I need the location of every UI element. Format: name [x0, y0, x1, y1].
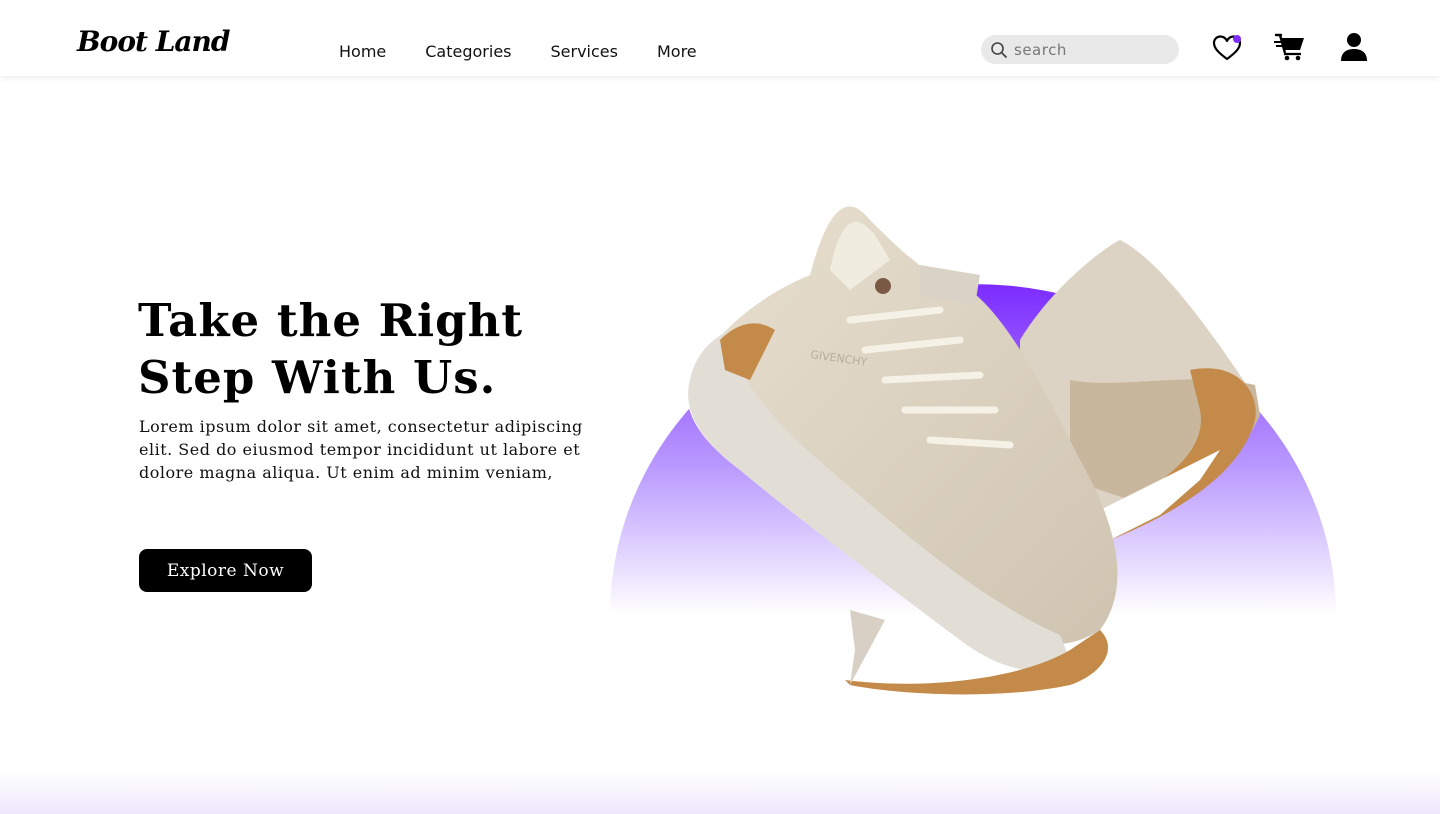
cart-icon[interactable]	[1274, 33, 1306, 61]
nav-link-home[interactable]: Home	[339, 42, 386, 61]
nav-link-categories[interactable]: Categories	[425, 42, 511, 61]
search-input[interactable]	[1014, 40, 1164, 59]
main-nav: Home Categories Services More	[339, 42, 736, 61]
explore-now-button[interactable]: Explore Now	[139, 549, 312, 592]
wishlist-notification-dot	[1233, 35, 1241, 43]
section-divider-gradient	[0, 770, 1440, 814]
search-icon	[991, 41, 1007, 58]
hero-title: Take the Right Step With Us.	[138, 292, 618, 406]
hero-title-line-2: Step With Us.	[138, 351, 497, 404]
top-navbar: Boot Land Home Categories Services More	[0, 0, 1440, 76]
nav-link-services[interactable]: Services	[551, 42, 618, 61]
nav-link-more[interactable]: More	[657, 42, 697, 61]
search-bar[interactable]	[981, 35, 1179, 64]
brand-logo[interactable]: Boot Land	[77, 25, 230, 58]
hero-product-image: GIVENCHY	[610, 206, 1336, 695]
hero-title-line-1: Take the Right	[138, 294, 524, 347]
user-icon[interactable]	[1340, 32, 1368, 61]
front-sneaker: GIVENCHY	[687, 206, 1118, 695]
hero-description: Lorem ipsum dolor sit amet, consectetur …	[139, 417, 583, 482]
